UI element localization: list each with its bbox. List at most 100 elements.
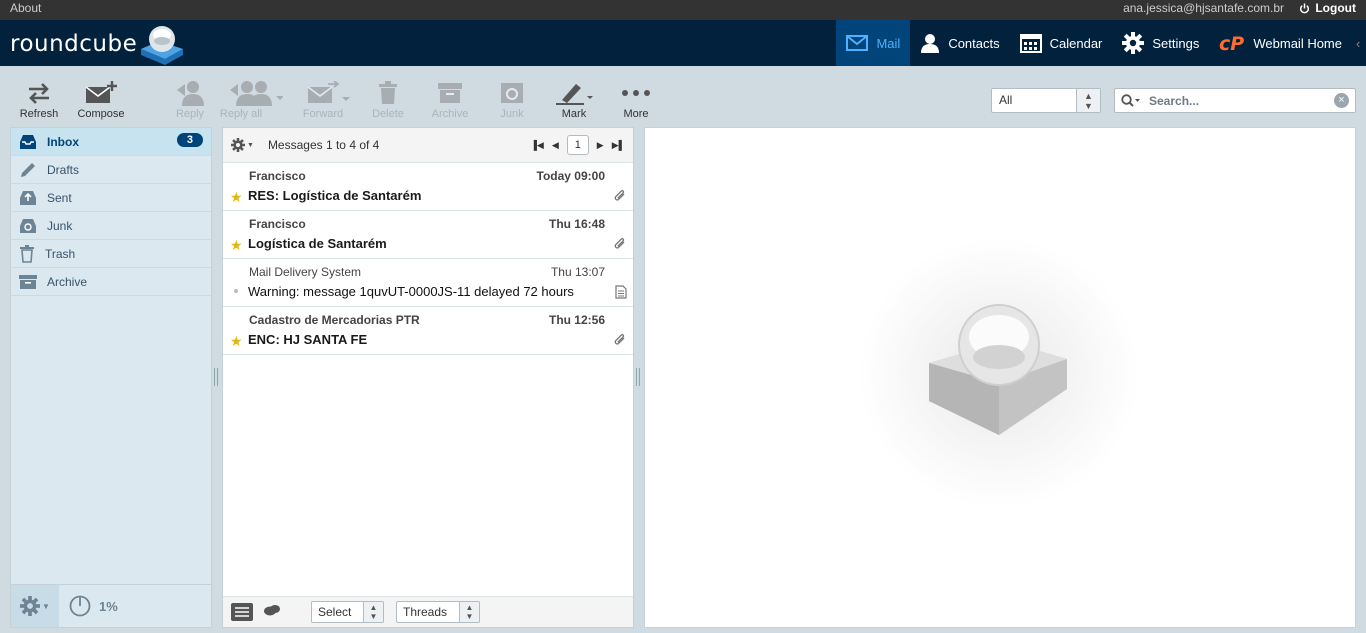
calendar-icon [1019,34,1042,53]
power-icon [1300,2,1310,13]
threads-label: Threads [403,605,448,619]
message-row[interactable]: Mail Delivery System Thu 13:07 Warning: … [223,259,633,307]
nav-mail-label: Mail [876,35,901,51]
folder-archive[interactable]: Archive [11,268,211,296]
nav-contacts[interactable]: Contacts [910,20,1009,66]
nav-calendar[interactable]: Calendar [1010,20,1113,66]
document-icon [615,285,627,299]
junk-icon [501,83,523,103]
pencil-icon [21,162,35,177]
folder-actions-button[interactable]: ▼ [11,585,59,627]
message-row[interactable]: Francisco Thu 16:48 ★ Logística de Santa… [223,211,633,259]
forward-icon [307,81,350,103]
message-count: Messages 1 to 4 of 4 [267,138,380,152]
first-page-icon[interactable]: ▐◀ [531,140,544,151]
toolbar: Refresh Compose Reply Reply all Forward … [0,66,1366,126]
search-input[interactable]: Search... [1149,94,1199,108]
archive-icon [438,83,462,103]
folder-archive-label: Archive [47,274,88,289]
folder-list: Inbox 3 Drafts Sent Junk Trash Archive ▼… [10,127,212,628]
quota-text: 1% [99,598,118,614]
next-page-icon[interactable]: ▶ [597,140,604,151]
clear-search-icon[interactable]: × [1334,93,1349,108]
search-box[interactable]: Search... × [1114,88,1356,113]
more-button[interactable]: More [606,78,666,120]
quota-display: 1% [59,595,118,617]
threads-view-icon[interactable] [263,604,281,618]
compose-button[interactable]: Compose [71,78,131,120]
threads-dropdown[interactable]: Threads ▲ ▼ [396,601,480,623]
mark-button[interactable]: Mark [544,78,604,120]
list-view-icon[interactable] [230,602,254,622]
archive-label: Archive [431,108,469,120]
logout-button[interactable]: Logout [1299,1,1356,15]
message-list: ▼ Messages 1 to 4 of 4 ▐◀ ◀ 1 ▶ ▶▌ Franc… [222,127,634,628]
quota-icon [69,595,91,617]
filter-select[interactable]: All ▲ ▼ [991,88,1101,113]
chevron-down-icon: ▼ [247,141,254,149]
page-number-input[interactable]: 1 [566,135,589,155]
message-date: Thu 16:48 [548,217,605,231]
flag-star-icon[interactable]: ★ [230,333,243,350]
forward-label: Forward [302,108,344,120]
roundcube-watermark-icon [929,304,1067,435]
list-header: ▼ Messages 1 to 4 of 4 ▐◀ ◀ 1 ▶ ▶▌ [223,128,633,163]
folder-splitter[interactable] [214,368,218,386]
reply-all-button[interactable]: Reply all [220,78,285,120]
archive-button[interactable]: Archive [420,78,480,120]
junk-label: Junk [500,108,524,120]
nav-mail[interactable]: Mail [836,20,911,66]
message-row[interactable]: Francisco Today 09:00 ★ RES: Logística d… [223,163,633,211]
about-link[interactable]: About [10,1,41,15]
search-icon [1121,93,1140,107]
top-line-bar: About ana.jessica@hjsantafe.com.br Logou… [0,0,1366,20]
compose-icon [85,81,117,103]
prev-page-icon[interactable]: ◀ [552,140,559,151]
folder-trash[interactable]: Trash [11,240,211,268]
list-footer: Select ▲ ▼ Threads ▲ ▼ [223,596,633,627]
message-from: Mail Delivery System [249,265,362,279]
message-subject: Warning: message 1quvUT-0000JS-11 delaye… [248,284,574,299]
forward-button[interactable]: Forward [293,78,353,120]
username: ana.jessica@hjsantafe.com.br [1123,1,1284,15]
folder-junk-label: Junk [47,218,73,233]
list-splitter[interactable] [636,368,640,386]
folder-junk[interactable]: Junk [11,212,211,240]
reply-all-icon [230,81,283,106]
gear-icon [231,138,245,152]
select-label: Select [318,605,352,619]
list-options-button[interactable]: ▼ [231,138,254,152]
nav-contacts-label: Contacts [948,35,1000,51]
delete-button[interactable]: Delete [358,78,418,120]
junk-button[interactable]: Junk [482,78,542,120]
nav-settings[interactable]: Settings [1112,20,1209,66]
folder-sent[interactable]: Sent [11,184,211,212]
folder-inbox[interactable]: Inbox 3 [11,128,211,156]
folder-footer: ▼ 1% [11,584,211,627]
mail-icon [846,35,869,51]
folder-inbox-label: Inbox [47,134,79,149]
nav-more-chevron-icon[interactable]: ‹ [1352,20,1366,66]
unflagged-dot-icon[interactable] [234,289,238,293]
message-subject: ENC: HJ SANTA FE [248,332,368,347]
message-date: Today 09:00 [536,169,605,183]
reply-icon [177,81,204,106]
nav-webmail-home[interactable]: cP Webmail Home [1209,20,1352,66]
flag-star-icon[interactable]: ★ [230,237,243,254]
more-dots-icon [622,90,650,96]
select-dropdown[interactable]: Select ▲ ▼ [311,601,384,623]
roundcube-logo[interactable]: roundcube [10,23,187,65]
sort-arrows-icon: ▲ ▼ [363,602,383,622]
trash-icon [379,81,397,104]
archive-icon [19,274,37,289]
folder-drafts[interactable]: Drafts [11,156,211,184]
last-page-icon[interactable]: ▶▌ [612,140,625,151]
paperclip-icon [614,190,625,201]
flag-star-icon[interactable]: ★ [230,189,243,206]
folder-trash-label: Trash [45,246,76,261]
main-nav: Mail Contacts Calendar Settings cP Webma… [836,20,1366,66]
message-row[interactable]: Cadastro de Mercadorias PTR Thu 12:56 ★ … [223,307,633,355]
paperclip-icon [614,238,625,249]
refresh-button[interactable]: Refresh [9,78,69,120]
logo-text: roundcube [10,31,138,57]
